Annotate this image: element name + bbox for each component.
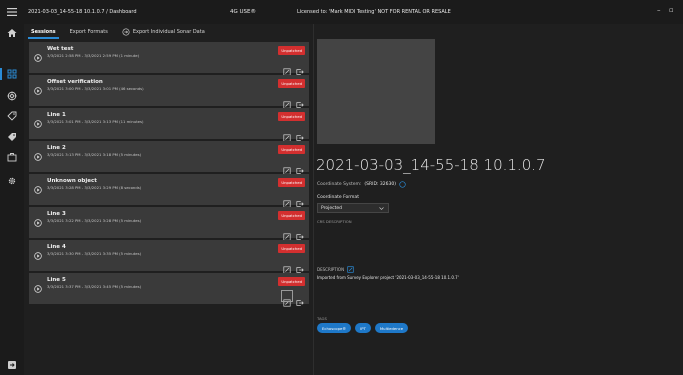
play-icon[interactable] xyxy=(34,278,42,293)
coordinate-format-select[interactable]: Projected xyxy=(317,203,389,213)
edit-icon[interactable] xyxy=(283,226,291,241)
session-card[interactable]: Line 5 3/3/2021 3:37 PM - 3/3/2021 3:45 P… xyxy=(29,273,309,307)
session-card[interactable]: Offset verification 3/3/2021 3:00 PM - 3/… xyxy=(29,75,309,109)
project-title: 2021-03-03_14-55-18 10.1.0.7 xyxy=(316,156,546,174)
session-name: Line 3 xyxy=(47,211,66,217)
session-name: Wet test xyxy=(47,46,74,52)
session-card[interactable]: Line 3 3/3/2021 3:22 PM - 3/3/2021 3:28 P… xyxy=(29,207,309,241)
sonar-icon[interactable] xyxy=(7,91,17,101)
coordinate-system-value: (SRID: 32630) xyxy=(364,182,396,187)
status-badge: Unpatched xyxy=(278,112,305,121)
coordinate-format-value: Projected xyxy=(321,205,343,211)
session-name: Line 4 xyxy=(47,244,66,250)
export-sonar-icon xyxy=(122,28,130,36)
status-badge: Unpatched xyxy=(278,211,305,220)
window-title: 2021-03-03_14-55-18 10.1.0.7 / Dashboard xyxy=(28,9,137,15)
home-icon[interactable] xyxy=(7,28,17,38)
tags-label: TAGS xyxy=(317,316,327,321)
chevron-down-icon xyxy=(379,207,384,210)
session-name: Unknown object xyxy=(47,178,97,184)
play-icon[interactable] xyxy=(34,146,42,161)
status-badge: Unpatched xyxy=(278,46,305,55)
info-icon[interactable] xyxy=(399,181,406,188)
tag-icon[interactable] xyxy=(7,111,17,121)
export-icon[interactable] xyxy=(296,61,304,75)
session-time-range: 3/3/2021 3:01 PM - 3/3/2021 3:13 PM (11 … xyxy=(47,119,144,124)
edit-icon[interactable] xyxy=(283,94,291,109)
session-card[interactable]: Line 1 3/3/2021 3:01 PM - 3/3/2021 3:13 P… xyxy=(29,108,309,142)
tag-chip[interactable]: IPT xyxy=(355,323,371,333)
session-time-range: 3/3/2021 3:28 PM - 3/3/2021 3:29 PM (8 s… xyxy=(47,185,142,190)
tag-alt-icon[interactable] xyxy=(7,132,17,142)
coordinate-system-row: Coordinate System: (SRID: 32630) xyxy=(317,181,406,188)
description-text: Imported from Survey Explorer project '2… xyxy=(317,275,459,280)
session-card[interactable]: Unknown object 3/3/2021 3:28 PM - 3/3/202… xyxy=(29,174,309,208)
session-time-range: 3/3/2021 2:58 PM - 3/3/2021 2:59 PM (1 m… xyxy=(47,53,140,58)
menu-icon[interactable] xyxy=(0,0,24,24)
session-name: Line 2 xyxy=(47,145,66,151)
tab-export-sonar-label: Export Individual Sonar Data xyxy=(132,29,205,35)
export-icon[interactable] xyxy=(296,127,304,141)
session-card[interactable]: Line 4 3/3/2021 3:30 PM - 3/3/2021 3:35 P… xyxy=(29,240,309,274)
play-icon[interactable] xyxy=(34,212,42,227)
status-badge: Unpatched xyxy=(278,79,305,88)
status-badge: Unpatched xyxy=(278,178,305,187)
export-icon[interactable] xyxy=(296,292,304,306)
briefcase-icon[interactable] xyxy=(7,152,17,162)
play-icon[interactable] xyxy=(34,113,42,128)
usb-status: 4G USE® xyxy=(230,9,257,15)
session-time-range: 3/3/2021 3:30 PM - 3/3/2021 3:35 PM (5 m… xyxy=(47,251,142,256)
tab-sessions[interactable]: Sessions xyxy=(24,24,63,40)
settings-icon[interactable] xyxy=(7,176,17,186)
restore-button[interactable]: ▫ xyxy=(669,6,674,14)
tab-export-formats[interactable]: Export Formats xyxy=(63,24,115,40)
tag-chip[interactable]: Multiedence xyxy=(374,323,409,333)
tag-list: Echoscope® IPT Multiedence xyxy=(317,323,409,333)
session-time-range: 3/3/2021 3:37 PM - 3/3/2021 3:45 PM (5 m… xyxy=(47,284,142,289)
status-badge: Unpatched xyxy=(278,145,305,154)
rail-active-indicator xyxy=(0,68,2,80)
play-icon[interactable] xyxy=(34,245,42,260)
exit-icon[interactable] xyxy=(7,360,17,370)
edit-icon[interactable] xyxy=(283,61,291,76)
session-time-range: 3/3/2021 3:13 PM - 3/3/2021 3:18 PM (5 m… xyxy=(47,152,142,157)
left-rail xyxy=(0,24,24,375)
export-icon[interactable] xyxy=(296,94,304,108)
dashboard-icon[interactable] xyxy=(7,69,17,79)
description-label: DESCRIPTION xyxy=(317,267,345,272)
play-icon[interactable] xyxy=(34,179,42,194)
tab-bar: Sessions Export Formats Export Individua… xyxy=(24,24,314,40)
edit-description-icon[interactable] xyxy=(347,266,354,273)
session-name: Line 5 xyxy=(47,277,66,283)
minimize-button[interactable]: – xyxy=(657,6,661,14)
edit-icon[interactable] xyxy=(283,160,291,175)
session-detail-panel: 2021-03-03_14-55-18 10.1.0.7 Coordinate … xyxy=(314,24,683,375)
tab-export-sonar-data[interactable]: Export Individual Sonar Data xyxy=(115,24,212,40)
edit-icon[interactable] xyxy=(281,290,293,307)
session-name: Offset verification xyxy=(47,79,103,85)
license-text: Licensed to: 'Mark MIDI Testing' NOT FOR… xyxy=(297,9,451,15)
session-time-range: 3/3/2021 3:22 PM - 3/3/2021 3:28 PM (5 m… xyxy=(47,218,142,223)
project-preview-image xyxy=(317,39,435,144)
play-icon[interactable] xyxy=(34,80,42,95)
export-icon[interactable] xyxy=(296,160,304,174)
export-icon[interactable] xyxy=(296,193,304,207)
crs-description-label: CRS DESCRIPTION xyxy=(317,219,352,224)
coordinate-system-label: Coordinate System: xyxy=(317,182,362,187)
play-icon[interactable] xyxy=(34,47,42,62)
description-label-row: DESCRIPTION xyxy=(317,266,354,273)
coordinate-format-label: Coordinate Format xyxy=(317,195,359,200)
edit-icon[interactable] xyxy=(283,127,291,142)
session-name: Line 1 xyxy=(47,112,66,118)
edit-icon[interactable] xyxy=(283,193,291,208)
edit-icon[interactable] xyxy=(283,259,291,274)
status-badge: Unpatched xyxy=(278,244,305,253)
export-icon[interactable] xyxy=(296,259,304,273)
session-card[interactable]: Line 2 3/3/2021 3:13 PM - 3/3/2021 3:18 P… xyxy=(29,141,309,175)
status-badge: Unpatched xyxy=(278,277,305,286)
export-icon[interactable] xyxy=(296,226,304,240)
session-time-range: 3/3/2021 3:00 PM - 3/3/2021 3:01 PM (46 … xyxy=(47,86,144,91)
session-card[interactable]: Wet test 3/3/2021 2:58 PM - 3/3/2021 2:59… xyxy=(29,42,309,76)
tag-chip[interactable]: Echoscope® xyxy=(317,323,352,333)
